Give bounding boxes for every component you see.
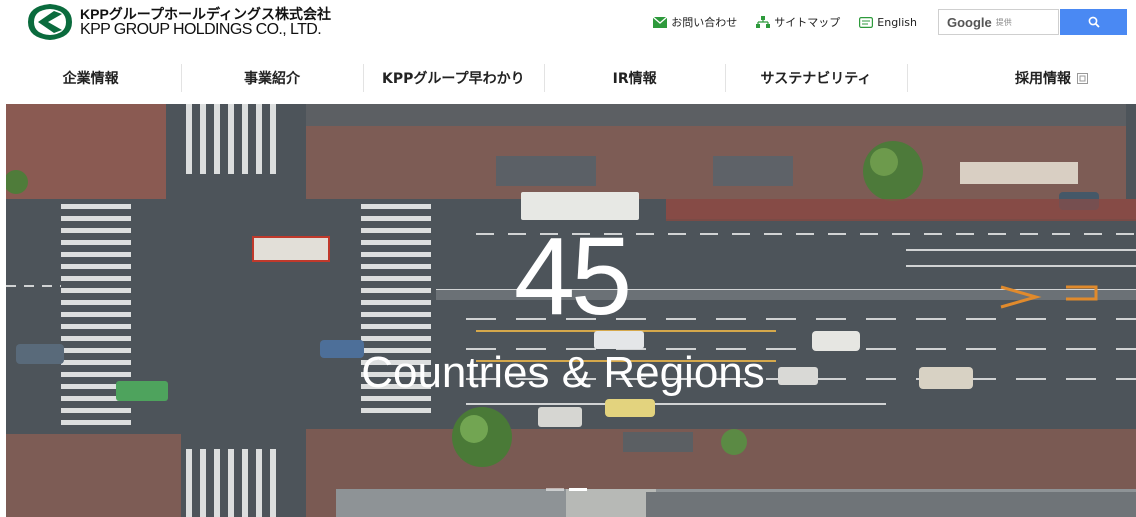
- language-icon: [859, 16, 874, 28]
- nav-item-group-overview[interactable]: KPPグループ早わかり: [362, 58, 544, 98]
- site-header: KPPグループホールディングス株式会社 KPP GROUP HOLDINGS C…: [0, 0, 1136, 48]
- english-label: English: [877, 15, 917, 29]
- nav-item-corporate-info[interactable]: 企業情報: [0, 58, 181, 98]
- slider-pagination: [546, 488, 592, 491]
- nav-item-ir[interactable]: IR情報: [543, 58, 725, 98]
- external-link-icon: [1076, 72, 1088, 84]
- nav-item-label: 採用情報: [1014, 71, 1071, 87]
- nav-item-label: サステナビリティ: [760, 71, 872, 87]
- nav-item-business[interactable]: 事業紹介: [181, 58, 362, 98]
- nav-item-label: IR情報: [612, 71, 657, 87]
- english-link[interactable]: English: [859, 16, 917, 29]
- logo-name-jp: KPPグループホールディングス株式会社: [80, 6, 331, 22]
- utility-bar: お問い合わせ サイトマップ English Google 提供: [653, 9, 1136, 35]
- search-icon: [1088, 16, 1100, 28]
- search-input[interactable]: Google 提供: [938, 9, 1059, 35]
- sitemap-link[interactable]: サイトマップ: [756, 14, 840, 30]
- nav-item-label: 事業紹介: [243, 71, 300, 87]
- nav-item-recruit[interactable]: 採用情報: [906, 58, 1136, 98]
- sitemap-icon: [756, 16, 771, 28]
- contact-link[interactable]: お問い合わせ: [653, 14, 737, 30]
- nav-item-label: 企業情報: [62, 71, 119, 87]
- sitemap-label: サイトマップ: [774, 16, 841, 29]
- search-button[interactable]: [1060, 9, 1127, 35]
- nav-item-label: KPPグループ早わかり: [382, 71, 525, 87]
- slider-dot-1[interactable]: [546, 488, 564, 491]
- logo-name-en: KPP GROUP HOLDINGS CO., LTD.: [80, 21, 322, 38]
- kpp-logo-icon: [28, 4, 72, 40]
- company-logo[interactable]: KPPグループホールディングス株式会社 KPP GROUP HOLDINGS C…: [24, 2, 331, 42]
- hero-number: 45: [513, 215, 632, 338]
- search-powered-label: 提供: [995, 17, 1012, 27]
- nav-item-sustainability[interactable]: サステナビリティ: [725, 58, 906, 98]
- hero-caption: Countries & Regions: [361, 348, 765, 397]
- search-brand: Google: [947, 14, 992, 30]
- envelope-icon: [653, 16, 668, 28]
- hero-banner: 45 Countries & Regions: [6, 104, 1136, 517]
- contact-label: お問い合わせ: [671, 16, 738, 29]
- slider-dot-2[interactable]: [569, 488, 587, 491]
- global-nav: 企業情報 事業紹介 KPPグループ早わかり IR情報 サステナビリティ 採用情報: [0, 58, 1136, 98]
